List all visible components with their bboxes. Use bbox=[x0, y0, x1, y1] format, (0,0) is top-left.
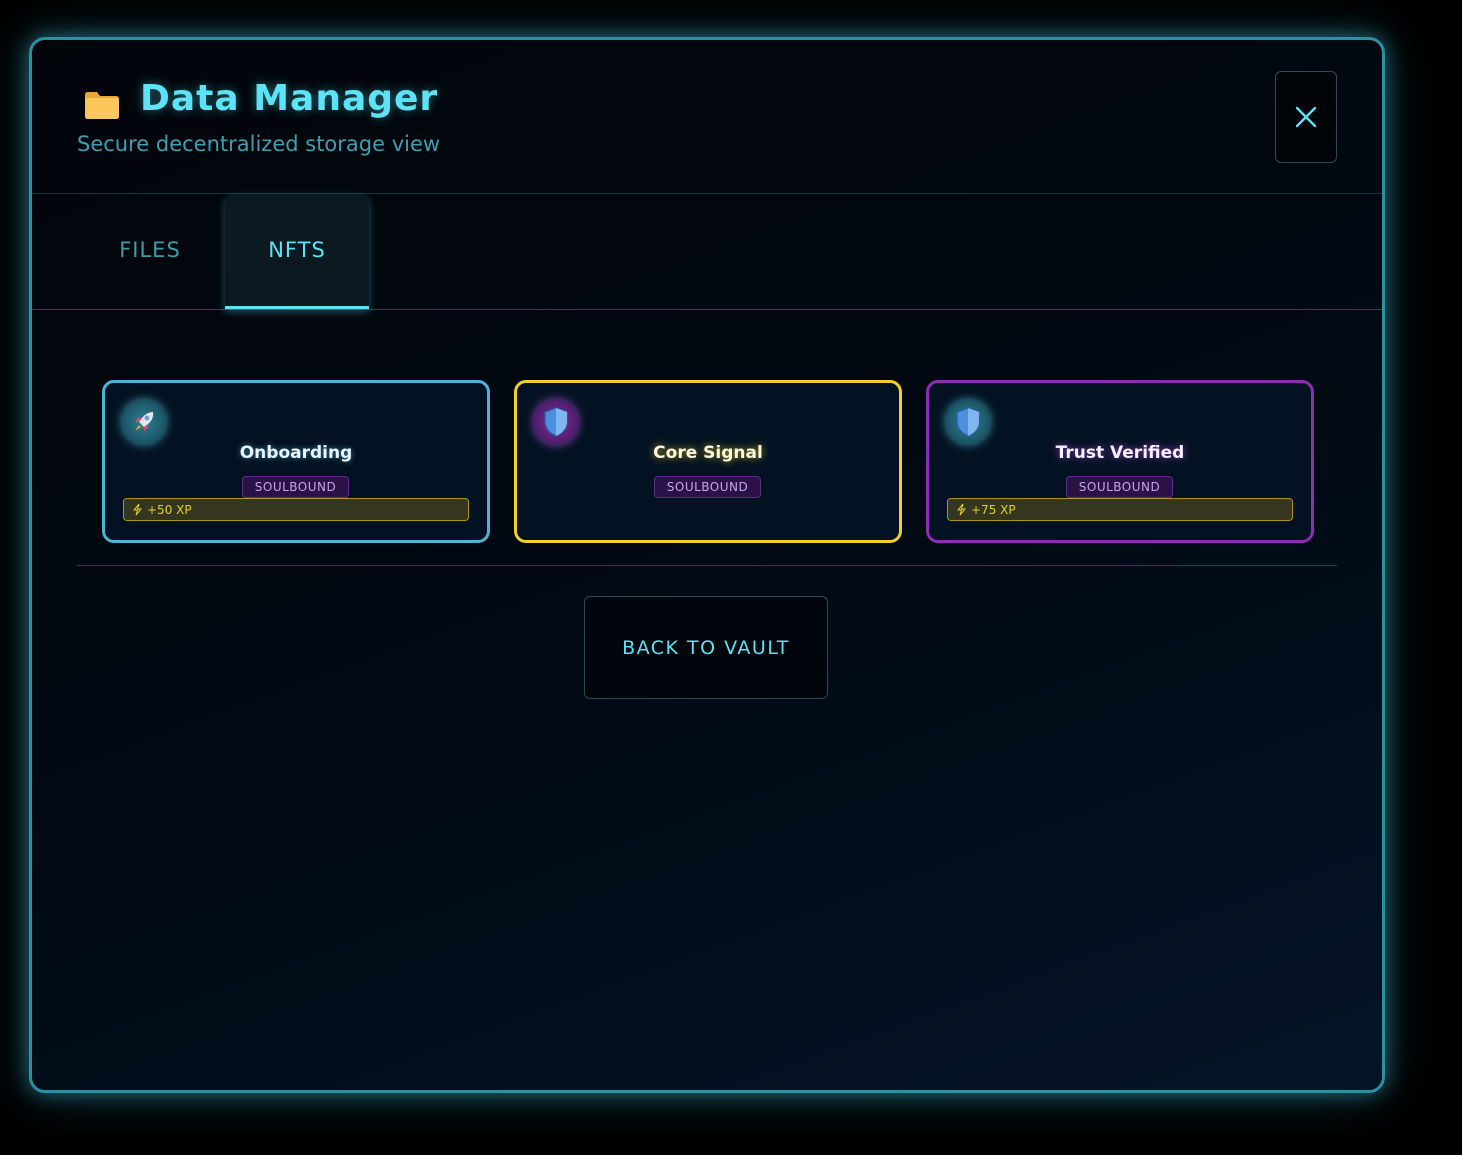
folder-icon bbox=[85, 92, 119, 119]
lightning-icon bbox=[956, 503, 967, 516]
shield-icon bbox=[534, 400, 578, 444]
soulbound-badge: SOULBOUND bbox=[242, 476, 349, 498]
shield-icon bbox=[946, 400, 990, 444]
nft-name: Onboarding bbox=[239, 443, 353, 463]
nft-name: Core Signal bbox=[653, 443, 763, 463]
soulbound-badge: SOULBOUND bbox=[654, 476, 761, 498]
tab-nfts[interactable]: NFTS bbox=[225, 194, 369, 309]
tab-bar: FILES NFTS bbox=[32, 194, 1382, 310]
xp-value: +50 XP bbox=[147, 502, 192, 517]
nft-card-trust-verified[interactable]: Trust Verified SOULBOUND +75 XP bbox=[926, 380, 1314, 543]
rocket-icon bbox=[122, 400, 166, 444]
nft-card-core-signal[interactable]: Core Signal SOULBOUND bbox=[514, 380, 902, 543]
lightning-icon bbox=[132, 503, 143, 516]
nft-card-onboarding[interactable]: Onboarding SOULBOUND +50 XP bbox=[102, 380, 490, 543]
nft-name: Trust Verified bbox=[1055, 443, 1185, 463]
section-divider bbox=[77, 565, 1337, 566]
close-button[interactable] bbox=[1275, 71, 1337, 163]
modal-header: Data Manager Secure decentralized storag… bbox=[32, 40, 1382, 194]
close-icon bbox=[1295, 106, 1317, 128]
xp-reward: +50 XP bbox=[123, 498, 469, 521]
xp-value: +75 XP bbox=[971, 502, 1016, 517]
nft-grid: Onboarding SOULBOUND +50 XP Core Signal … bbox=[102, 380, 1314, 543]
page-title: Data Manager bbox=[140, 78, 439, 119]
page-subtitle: Secure decentralized storage view bbox=[77, 132, 441, 156]
data-manager-modal: Data Manager Secure decentralized storag… bbox=[29, 37, 1385, 1093]
tab-files[interactable]: FILES bbox=[82, 194, 218, 306]
back-to-vault-button[interactable]: BACK TO VAULT bbox=[584, 596, 828, 699]
soulbound-badge: SOULBOUND bbox=[1066, 476, 1173, 498]
xp-reward: +75 XP bbox=[947, 498, 1293, 521]
